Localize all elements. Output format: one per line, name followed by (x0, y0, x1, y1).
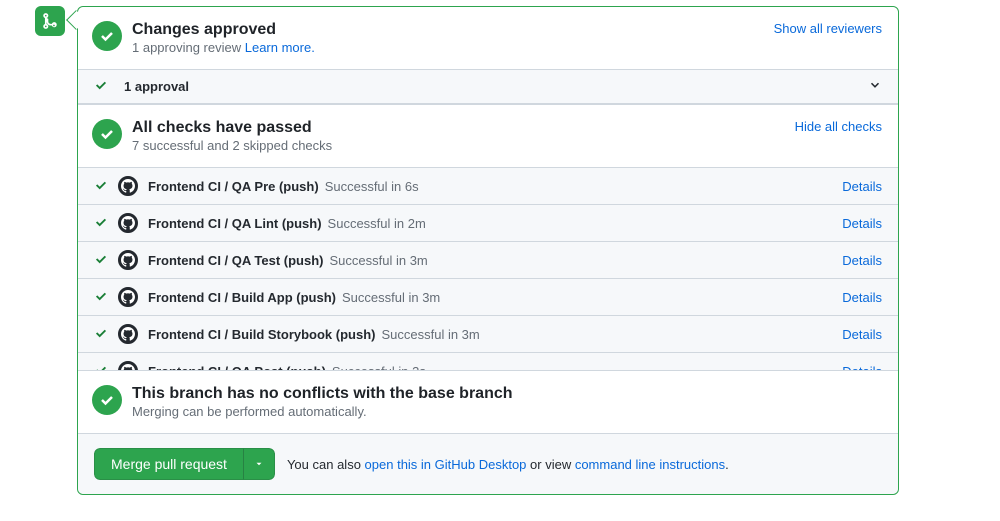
show-reviewers-link[interactable]: Show all reviewers (774, 21, 882, 36)
approved-section: Changes approved 1 approving review Lear… (78, 7, 898, 69)
check-row: Frontend CI / QA Lint (push) Successful i… (78, 205, 898, 242)
merge-button-group: Merge pull request (94, 448, 275, 480)
check-row: Frontend CI / Build App (push) Successful… (78, 279, 898, 316)
check-name: Frontend CI / Build App (push) (148, 290, 336, 305)
checks-title: All checks have passed (132, 119, 332, 137)
check-name: Frontend CI / QA Pre (push) (148, 179, 319, 194)
checks-list[interactable]: Frontend CI / QA Pre (push) Successful in… (78, 167, 898, 370)
conflict-subtext: Merging can be performed automatically. (132, 404, 513, 419)
details-link[interactable]: Details (842, 253, 882, 268)
check-row: Frontend CI / QA Pre (push) Successful in… (78, 168, 898, 205)
merge-caret-button[interactable] (243, 448, 275, 480)
check-icon (94, 78, 108, 95)
details-link[interactable]: Details (842, 179, 882, 194)
check-icon (94, 178, 108, 195)
check-row: Frontend CI / QA Test (push) Successful i… (78, 242, 898, 279)
approval-count: 1 approval (124, 79, 189, 94)
github-icon (118, 176, 138, 196)
check-icon (94, 289, 108, 306)
checks-section: All checks have passed 7 successful and … (78, 104, 898, 167)
chevron-down-icon[interactable] (868, 78, 882, 95)
check-row: Frontend CI / Build Storybook (push) Succ… (78, 316, 898, 353)
check-status: Successful in 6s (325, 179, 419, 194)
merge-icon (35, 6, 65, 36)
check-status: Successful in 3m (342, 290, 440, 305)
approved-subtext: 1 approving review Learn more. (132, 40, 315, 55)
check-name: Frontend CI / QA Lint (push) (148, 216, 322, 231)
check-name: Frontend CI / Build Storybook (push) (148, 327, 375, 342)
details-link[interactable]: Details (842, 290, 882, 305)
github-icon (118, 250, 138, 270)
approved-title: Changes approved (132, 21, 315, 39)
approval-bar[interactable]: 1 approval (78, 69, 898, 104)
github-icon (118, 287, 138, 307)
checks-subtext: 7 successful and 2 skipped checks (132, 138, 332, 153)
details-link[interactable]: Details (842, 216, 882, 231)
check-circle-icon (92, 119, 122, 149)
check-icon (94, 215, 108, 232)
github-icon (118, 324, 138, 344)
check-icon (94, 326, 108, 343)
check-status: Successful in 2m (328, 216, 426, 231)
github-icon (118, 361, 138, 370)
merge-footer: Merge pull request You can also open thi… (78, 433, 898, 494)
github-desktop-link[interactable]: open this in GitHub Desktop (365, 457, 527, 472)
footer-text: You can also open this in GitHub Desktop… (287, 457, 729, 472)
check-circle-icon (92, 385, 122, 415)
check-circle-icon (92, 21, 122, 51)
details-link[interactable]: Details (842, 327, 882, 342)
check-status: Successful in 3m (381, 327, 479, 342)
github-icon (118, 213, 138, 233)
hide-checks-link[interactable]: Hide all checks (795, 119, 882, 134)
check-icon (94, 363, 108, 371)
conflict-section: This branch has no conflicts with the ba… (78, 370, 898, 433)
learn-more-link[interactable]: Learn more. (245, 40, 315, 55)
cli-instructions-link[interactable]: command line instructions (575, 457, 725, 472)
check-icon (94, 252, 108, 269)
merge-button[interactable]: Merge pull request (94, 448, 243, 480)
check-status: Successful in 3m (330, 253, 428, 268)
check-name: Frontend CI / QA Test (push) (148, 253, 324, 268)
check-row: Frontend CI / QA Post (push)Successful i… (78, 353, 898, 370)
conflict-title: This branch has no conflicts with the ba… (132, 385, 513, 403)
